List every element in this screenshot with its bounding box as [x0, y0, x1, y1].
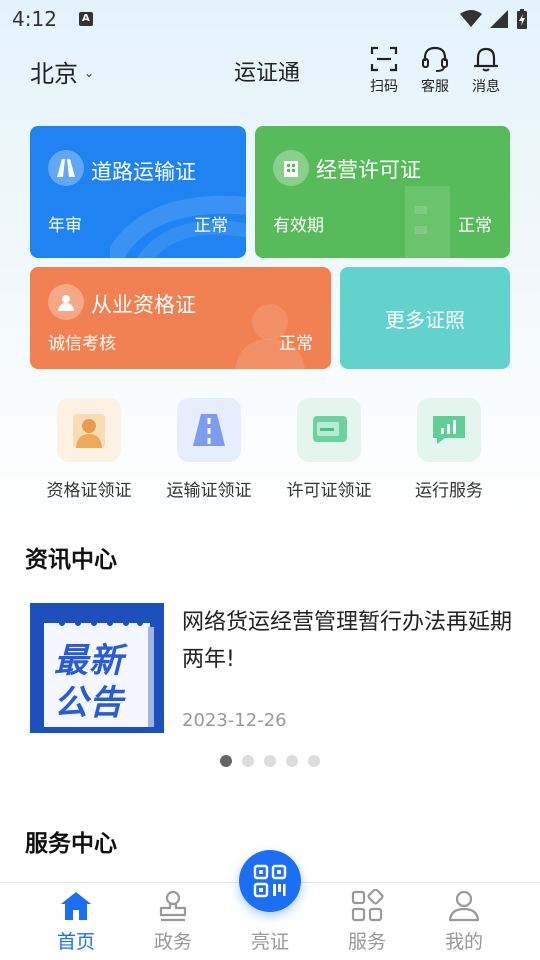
quick-transport-collect[interactable]: 运输证领证	[149, 398, 269, 501]
status-indicators	[460, 9, 528, 29]
chart-message-icon	[417, 398, 481, 462]
road-card-title: 道路运输证	[91, 160, 196, 184]
app-title: 运证通	[234, 61, 301, 86]
quick-license-collect[interactable]: 许可证领证	[269, 398, 389, 501]
show-certificate-button[interactable]	[239, 850, 301, 912]
tab-mine-label: 我的	[444, 931, 483, 953]
more-licenses-label: 更多证照	[385, 307, 465, 332]
carousel-dot[interactable]	[286, 755, 298, 767]
tab-service[interactable]: 服务	[332, 889, 402, 954]
message-label: 消息	[472, 79, 500, 95]
professional-qualification-card[interactable]: 从业资格证 诚信考核 正常	[30, 267, 331, 369]
license-card-icon	[297, 398, 361, 462]
tab-service-label: 服务	[347, 931, 386, 953]
city-name: 北京	[30, 60, 78, 88]
quick-qualification-collect[interactable]: 资格证领证	[29, 398, 149, 501]
status-bar: 4:12 A	[0, 0, 540, 38]
stamp-icon	[159, 890, 187, 922]
service-label: 客服	[421, 79, 449, 95]
notification-icon: A	[78, 12, 93, 26]
tab-home[interactable]: 首页	[41, 889, 111, 954]
business-card-title: 经营许可证	[316, 158, 421, 182]
scan-icon	[370, 46, 398, 72]
qr-code-icon	[253, 864, 287, 898]
news-item-title[interactable]: 网络货运经营管理暂行办法再延期两年!	[182, 604, 512, 678]
quick-label-license: 许可证领证	[286, 481, 372, 501]
service-section-title: 服务中心	[25, 831, 117, 857]
building-icon	[273, 150, 309, 186]
road-card-status: 正常	[194, 216, 228, 236]
quick-label-transport: 运输证领证	[166, 481, 252, 501]
news-section-title: 资讯中心	[25, 547, 117, 573]
user-icon	[448, 890, 480, 922]
message-button[interactable]: 消息	[466, 44, 506, 96]
news-item-date: 2023-12-26	[182, 710, 287, 731]
professional-card-sub: 诚信考核	[48, 334, 116, 354]
tab-government[interactable]: 政务	[138, 889, 208, 954]
more-licenses-card[interactable]: 更多证照	[340, 267, 510, 369]
top-header: 北京 ⌄ 运证通 扫码 客服 消息	[0, 40, 540, 100]
professional-card-status: 正常	[279, 334, 313, 354]
carousel-dot[interactable]	[308, 755, 320, 767]
wifi-icon	[460, 10, 482, 27]
business-card-sub: 有效期	[273, 216, 324, 236]
city-selector[interactable]: 北京 ⌄	[30, 54, 94, 89]
notice-text-line-2: 公告	[54, 683, 124, 723]
road-icon	[177, 398, 241, 462]
bell-icon	[473, 47, 499, 72]
tab-show-certificate-label[interactable]: 亮证	[240, 927, 300, 954]
headset-icon	[422, 46, 448, 72]
person-card-icon	[57, 398, 121, 462]
quick-label-qualification: 资格证领证	[46, 481, 132, 501]
building-decoration	[405, 186, 450, 258]
carousel-dot[interactable]	[242, 755, 254, 767]
scan-label: 扫码	[370, 79, 398, 95]
quick-label-operation: 运行服务	[415, 481, 483, 501]
business-card-status: 正常	[458, 216, 492, 236]
quick-operation-service[interactable]: 运行服务	[389, 398, 509, 501]
carousel-dot[interactable]	[220, 755, 232, 767]
carousel-indicator	[220, 755, 320, 767]
battery-icon	[517, 9, 527, 29]
news-thumbnail[interactable]: 最新 公告	[30, 603, 164, 733]
signal-icon	[490, 10, 508, 28]
home-icon	[61, 892, 91, 920]
professional-card-title: 从业资格证	[91, 293, 196, 317]
road-card-sub: 年审	[48, 216, 82, 236]
tab-government-label: 政务	[153, 931, 192, 953]
business-license-card[interactable]: 经营许可证 有效期 正常	[255, 126, 510, 258]
grid-icon	[351, 889, 384, 922]
tab-home-label: 首页	[56, 931, 95, 953]
carousel-dot[interactable]	[264, 755, 276, 767]
chevron-down-icon: ⌄	[84, 65, 95, 80]
road-icon	[48, 150, 84, 186]
tab-mine[interactable]: 我的	[429, 889, 499, 954]
scan-button[interactable]: 扫码	[364, 44, 404, 96]
service-button[interactable]: 客服	[415, 44, 455, 96]
person-icon	[48, 284, 84, 320]
status-time: 4:12	[12, 7, 57, 31]
road-transport-card[interactable]: 道路运输证 年审 正常	[30, 126, 246, 258]
